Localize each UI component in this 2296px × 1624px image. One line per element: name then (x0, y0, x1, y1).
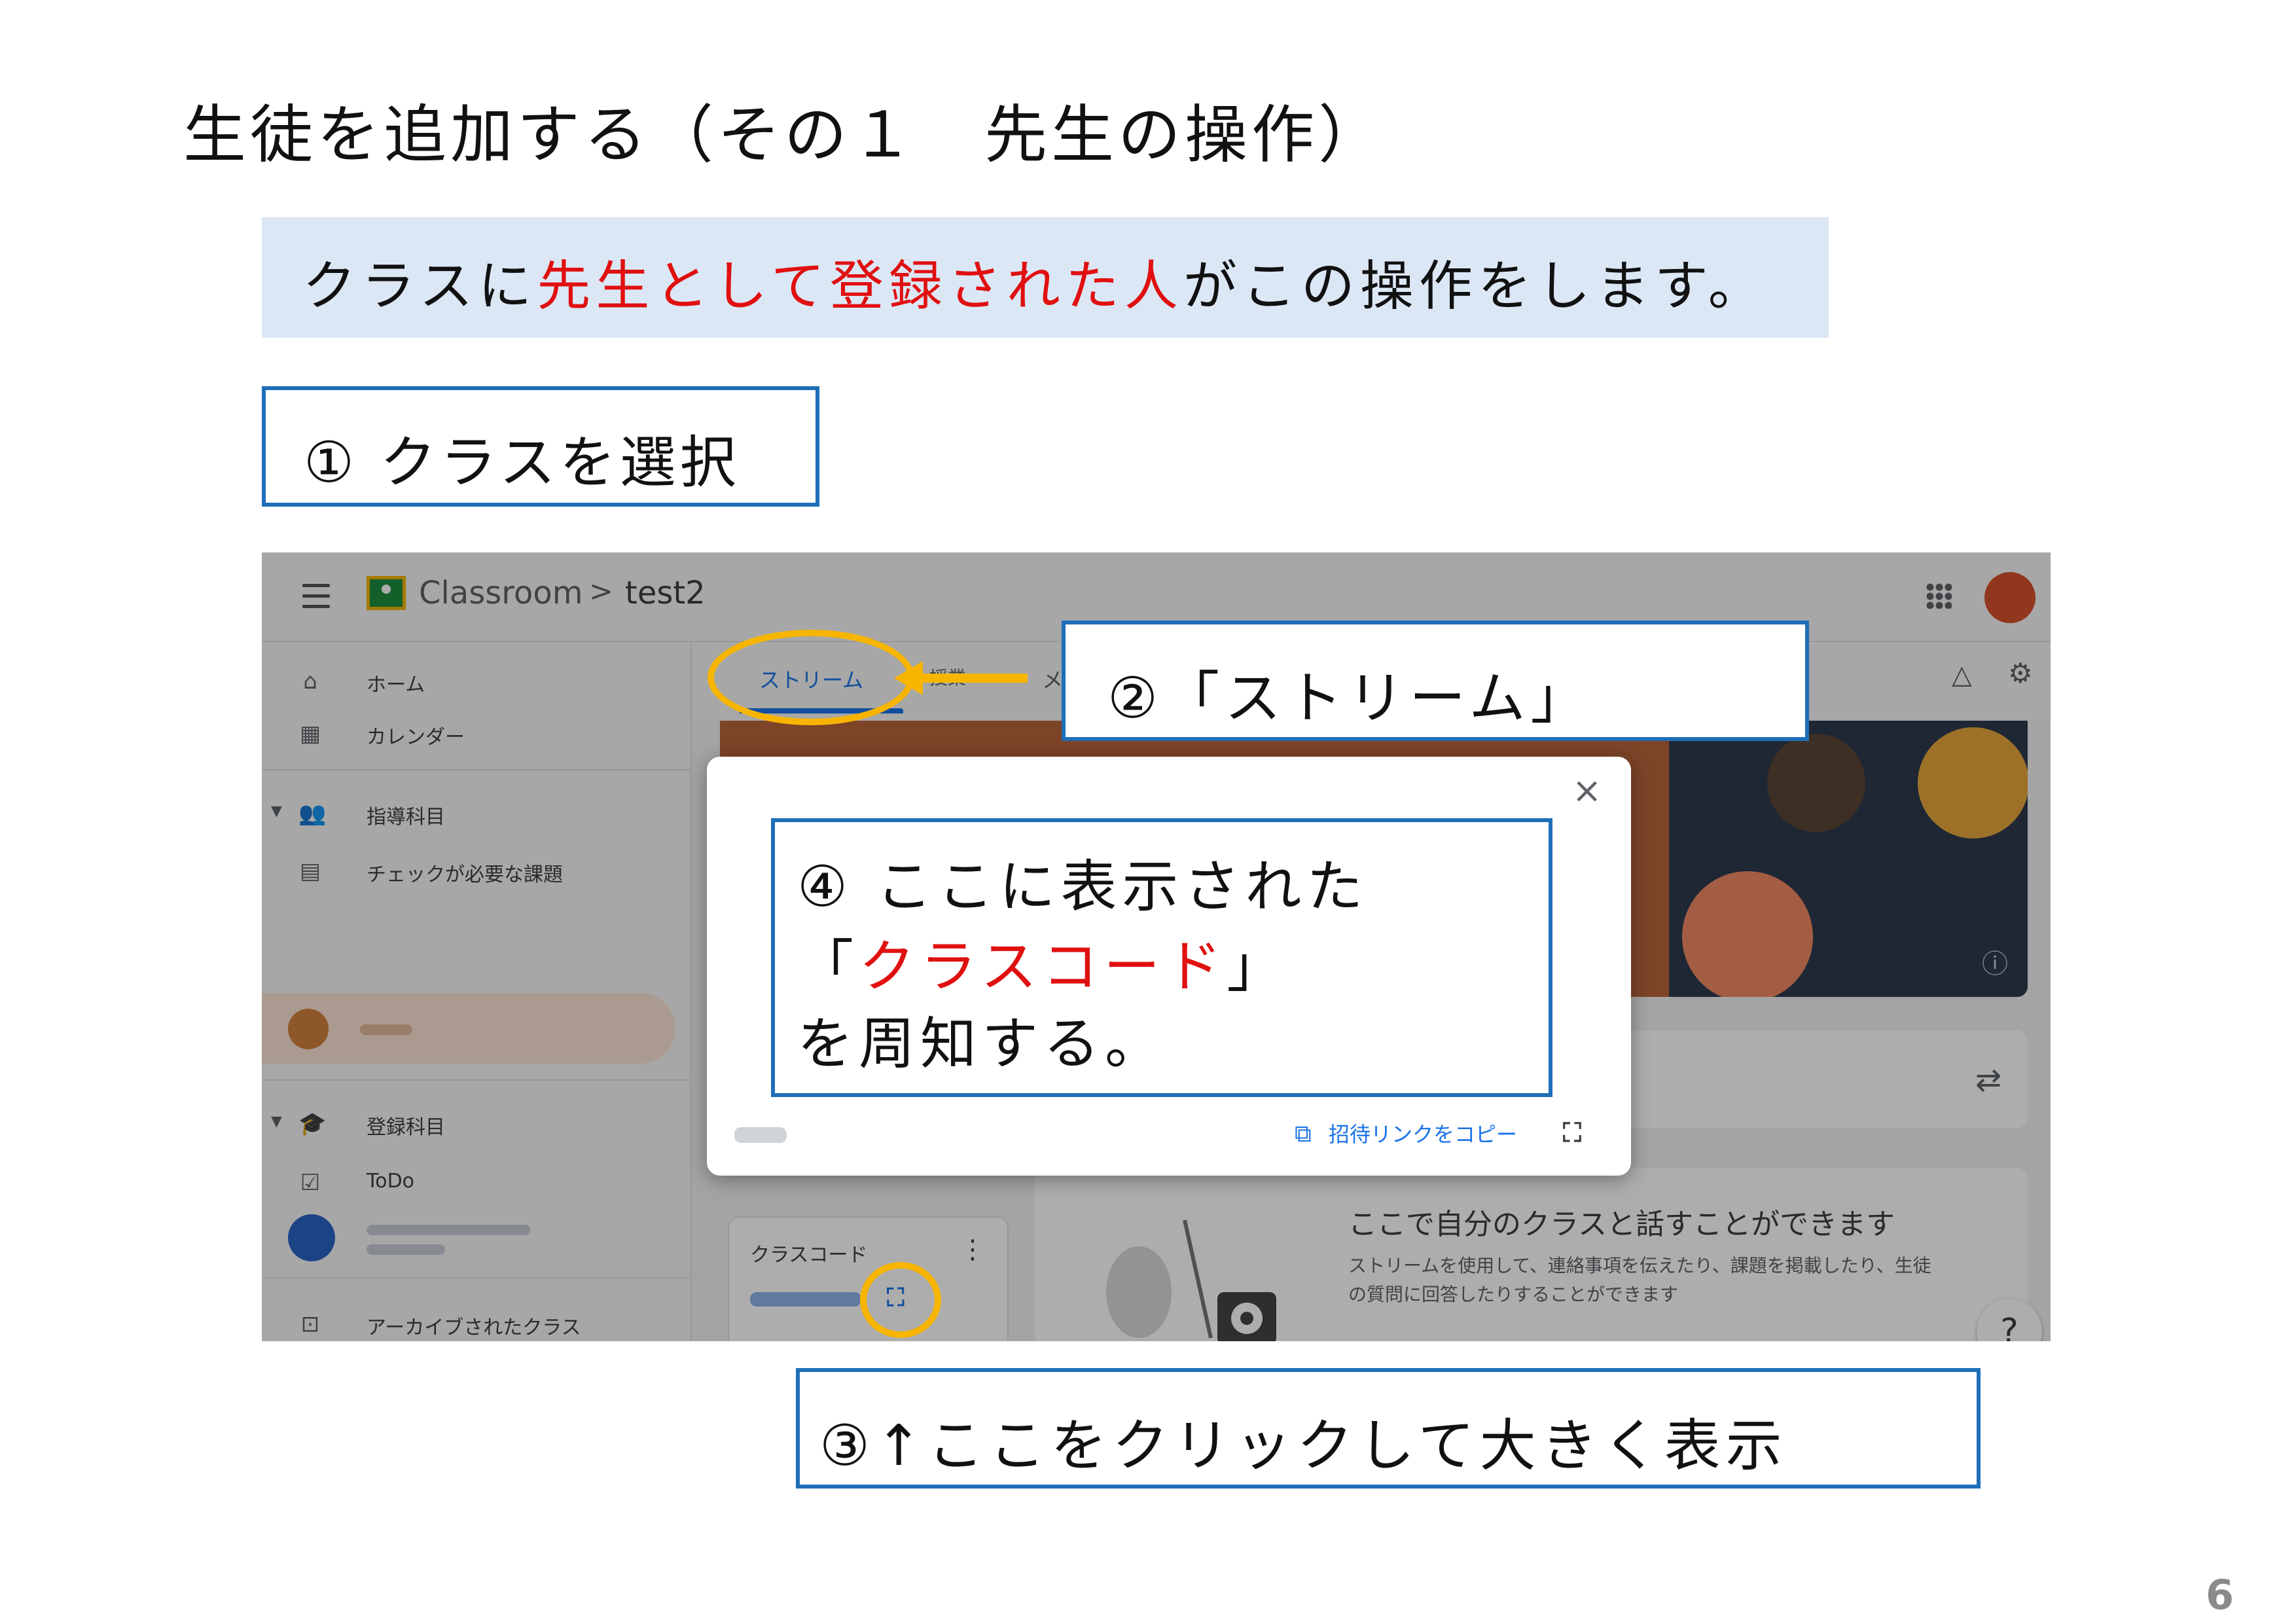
banner-text-part1: クラスに (302, 255, 537, 317)
step3-callout: ③↑ここをクリックして大きく表示 (796, 1368, 1981, 1489)
arrow-shaft (920, 674, 1028, 683)
step2-callout: ②「ストリーム」 (1062, 621, 1809, 741)
step1-text: ① クラスを選択 (304, 430, 740, 496)
step4-line1: ④ ここに表示された (797, 854, 1369, 920)
step4-bracket-close: 」 (1227, 934, 1289, 1000)
fullscreen-icon[interactable]: ⛶ (1563, 1118, 1581, 1148)
copy-icon[interactable]: ⧉ (1295, 1121, 1312, 1148)
close-icon[interactable]: × (1572, 770, 1602, 811)
classroom-screenshot: Classroom > test2 ⌂ ホーム ▦ カレンダー ▼ 👥 指導科目… (262, 552, 2051, 1341)
page-number: 6 (2206, 1571, 2234, 1619)
step4-line2: 「クラスコード」 (797, 920, 1288, 1002)
step4-line3: を周知する。 (797, 1011, 1166, 1077)
banner-text-part3: がこの操作をします。 (1183, 255, 1767, 317)
step4-callout: ④ ここに表示された 「クラスコード」 を周知する。 (771, 818, 1552, 1097)
step3-text: ③↑ここをクリックして大きく表示 (819, 1413, 1787, 1479)
expand-icon-highlight-ring (860, 1262, 941, 1338)
arrow-left-icon (894, 661, 923, 695)
step1-callout: ① クラスを選択 (262, 386, 819, 507)
class-name-blurred (734, 1127, 787, 1143)
step4-bracket-open: 「 (797, 934, 859, 1000)
step4-class-code-emphasis: クラスコード (859, 934, 1227, 1000)
copy-invite-link-button[interactable]: 招待リンクをコピー (1329, 1118, 1517, 1148)
stream-tab-highlight-ring (708, 630, 914, 725)
banner-text-emphasis: 先生として登録された人 (537, 255, 1183, 317)
step2-text: ②「ストリーム」 (1107, 666, 1592, 731)
instruction-banner-text: クラスに先生として登録された人がこの操作をします。 (302, 242, 1767, 320)
slide-title: 生徒を追加する（その１ 先生の操作） (183, 98, 1385, 171)
